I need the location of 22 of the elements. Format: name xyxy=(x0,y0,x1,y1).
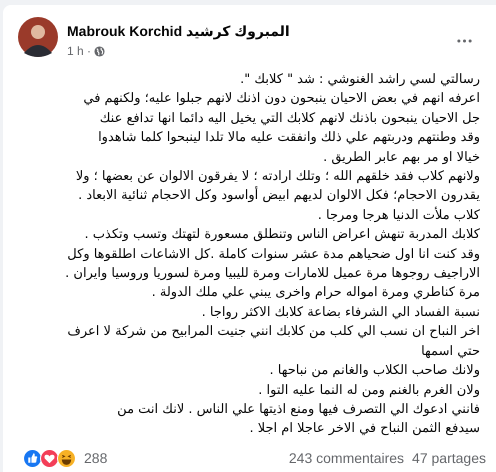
like-icon[interactable] xyxy=(23,448,42,468)
post-paragraph: اعرفه انهم في بعض الاحيان ينبحون دون اذنك لانهم جبلوا عليه؛ ولكنهم في جل الاحيان ينبحون باذنك لانهم كلابك التي يخيل اليه دائما انها تدافع عنك وقد وطنتهم ودربتهم علي ذلك وانفقت عليه مالا تلدا لينبحوا كلما شاهدوا خيالا او مر بهم عابر الطريق . xyxy=(82,90,480,167)
post-paragraph: ولانك صاحب الكلاب والغانم من نباحها . xyxy=(268,362,480,380)
post-paragraph: رسالتي لسي راشد الغنوشي : شد " كلابك ". xyxy=(239,71,480,89)
globe-icon xyxy=(94,46,106,56)
share-count[interactable]: 47 partages xyxy=(412,450,486,466)
post-paragraph: فانني ادعوك الي التصرف فيها ومنع اذيتها علي الناس . لانك انت من سيدفع الثمن النباح في الاخر عاجلا ام اجلا . xyxy=(116,400,480,438)
post-paragraph: كلابك المدربة تنهش اعراض الناس وتنطلق مسعورة لتهتك وتسب وتكذب . xyxy=(84,226,480,244)
comment-count[interactable]: 243 commentaires xyxy=(288,450,404,466)
post-paragraph: نسبة الفساد الي الشرفاء بضاعة كلابك الاكثر رواجا . xyxy=(200,304,480,322)
post-paragraph: ولانهم كلاب فقد خلقهم الله ؛ وتلك ارادته ؛ لا يفرقون الالوان عن بعضها ؛ ولا يقدرون الاحجام؛ فكل الالوان لديهم ابيض أواسود وكل الاحجام ثنائية الابعاد . xyxy=(74,168,480,206)
reaction-count[interactable]: 288 xyxy=(84,450,108,466)
post-paragraph: ولان الغرم بالغنم ومن له النما عليه التوا . xyxy=(257,382,480,400)
more-options-icon[interactable] xyxy=(457,39,472,43)
avatar[interactable] xyxy=(18,17,58,57)
post-paragraph: اخر النباح ان نسب الي كلب من كلابك انني جنيت المرابيح من شركة لا اعرف حتي اسمها xyxy=(66,323,480,361)
post-paragraph: وقد كنت انا اول ضحياهم مدة عشر سنوات كاملة .كل الاشاعات اطلقوها وكل الاراجيف روجوها مرة عميل للامارات ومرة لليبيا ومرة لسوريا وروسيا وايران . xyxy=(64,246,480,284)
post-paragraph: مرة كناطري ومرة امواله حرام واخرى يبني علي ملك الدولة . xyxy=(150,284,480,302)
post-time[interactable]: 1 h · xyxy=(67,44,92,58)
post-paragraph: كلاب ملأت الدنيا هرجا ومرجا . xyxy=(316,206,480,225)
author-name[interactable]: Mabrouk Korchid المبروك كرشيد xyxy=(67,23,290,40)
laughing-emoji-icon[interactable] xyxy=(57,448,76,468)
